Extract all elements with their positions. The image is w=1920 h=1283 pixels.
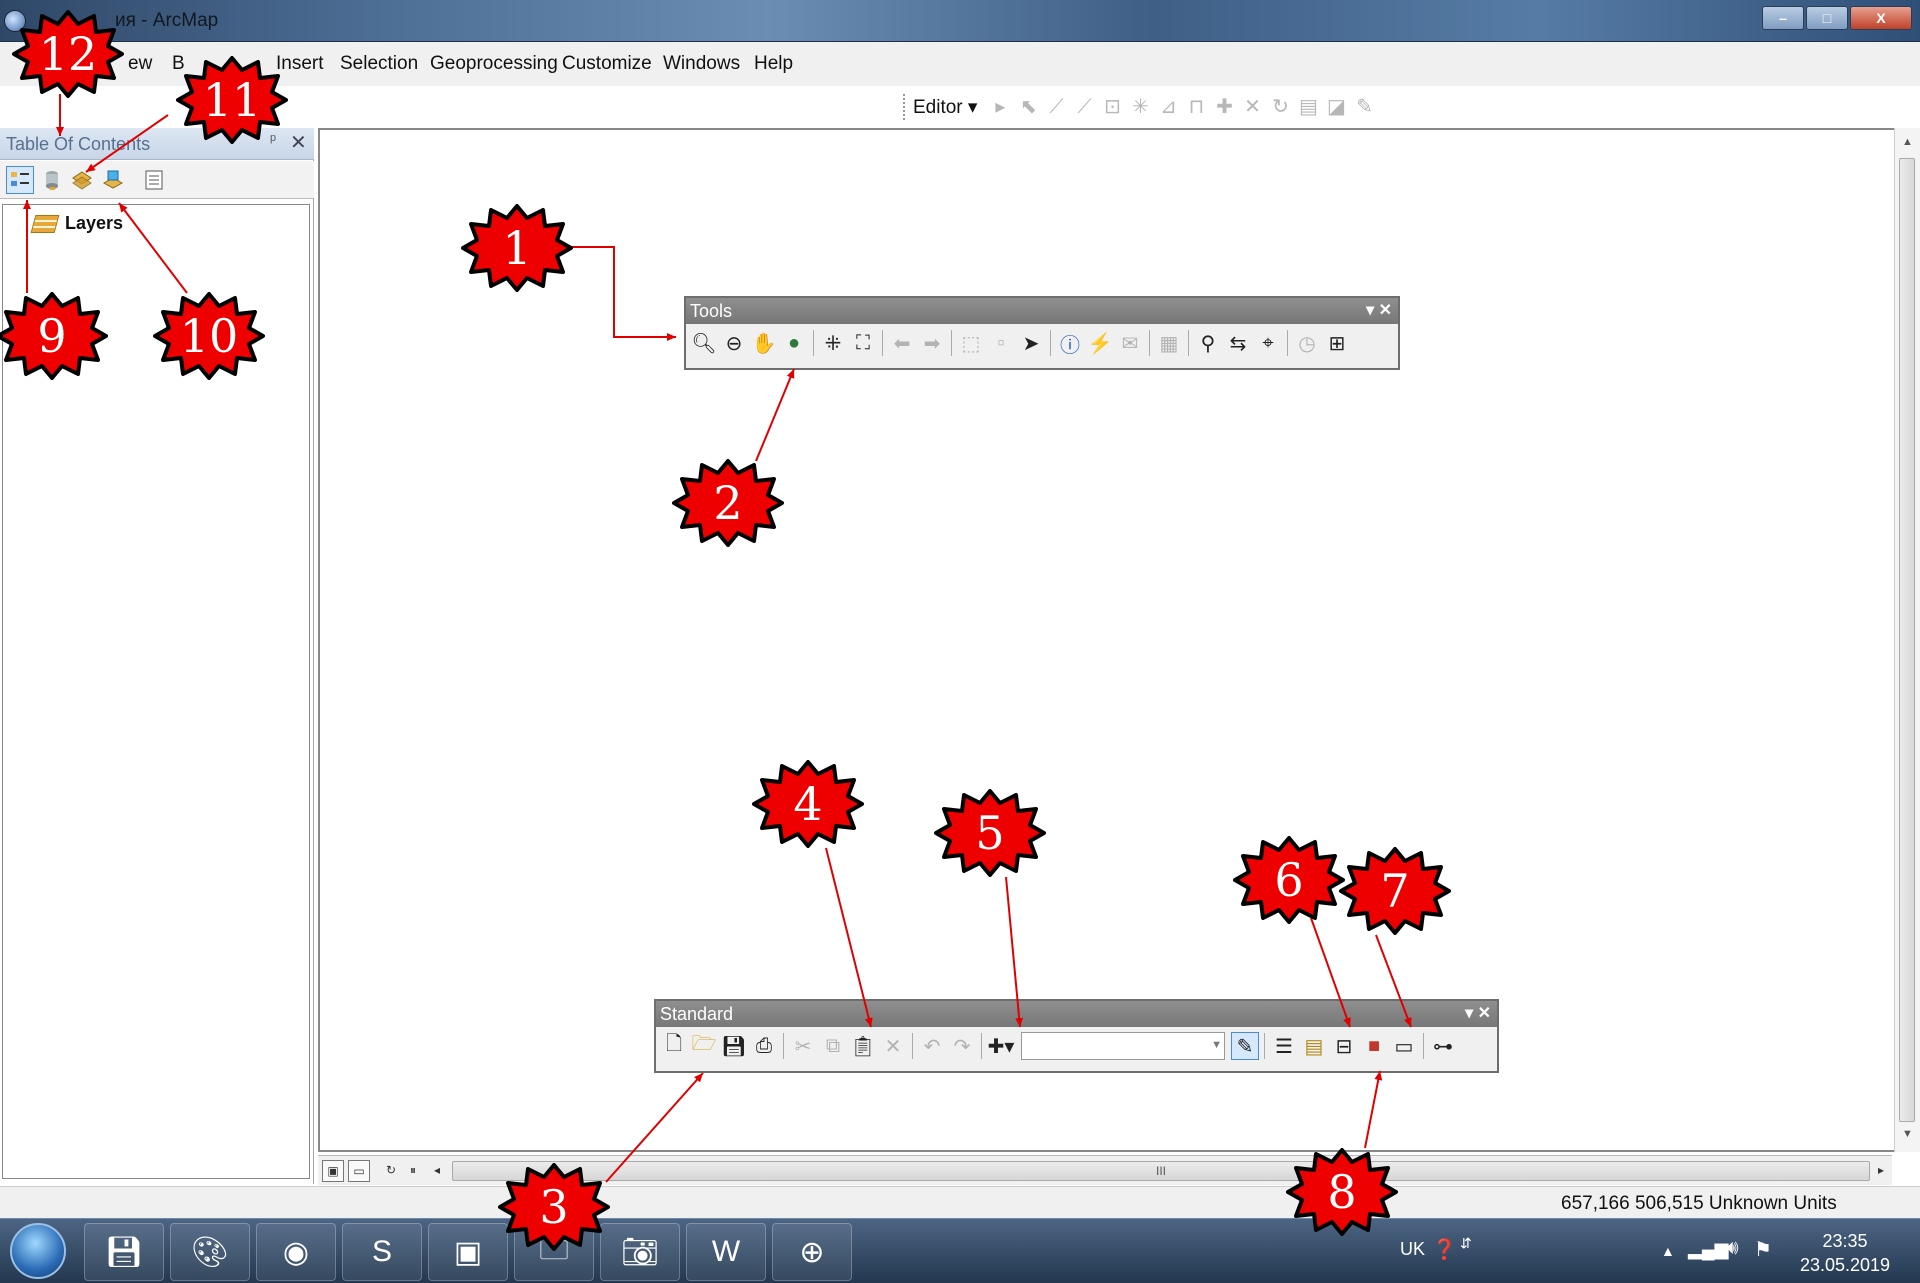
annotation-badge-11: 11 <box>176 56 288 144</box>
annotation-number: 11 <box>202 73 262 127</box>
annotation-badge-1: 1 <box>461 204 573 292</box>
annotation-badge-12: 12 <box>12 10 124 98</box>
annotation-number: 12 <box>38 27 98 81</box>
annotation-badge-7: 7 <box>1339 847 1451 935</box>
arrow-8 <box>1364 1070 1383 1149</box>
arrow-1 <box>566 246 676 341</box>
screen: ия - ArcMap – □ X ew B Insert Selection … <box>0 0 1920 1283</box>
annotation-number: 6 <box>1274 853 1304 907</box>
arrow-10 <box>118 202 188 294</box>
arrow-5 <box>1005 876 1024 1028</box>
arrow-4 <box>825 847 873 1028</box>
annotation-number: 5 <box>975 806 1005 860</box>
annotation-badge-10: 10 <box>153 292 265 380</box>
annotation-arrows <box>23 94 1412 1183</box>
annotation-badge-9: 9 <box>0 292 108 380</box>
annotation-number: 2 <box>713 476 743 530</box>
annotation-badge-3: 3 <box>498 1163 610 1251</box>
arrow-11 <box>85 114 169 173</box>
annotation-number: 7 <box>1380 864 1410 918</box>
annotation-badge-6: 6 <box>1233 836 1345 924</box>
arrow-3 <box>605 1072 704 1183</box>
arrow-7 <box>1375 934 1412 1028</box>
annotation-badge-2: 2 <box>672 459 784 547</box>
annotation-number: 1 <box>502 221 532 275</box>
annotation-number: 10 <box>179 309 239 363</box>
annotation-number: 9 <box>37 309 67 363</box>
annotation-number: 3 <box>539 1180 569 1234</box>
annotation-badge-5: 5 <box>934 789 1046 877</box>
arrow-2 <box>755 368 795 462</box>
annotation-number: 8 <box>1327 1165 1357 1219</box>
annotation-number: 4 <box>793 777 823 831</box>
annotation-badge-4: 4 <box>752 760 864 848</box>
annotation-badge-8: 8 <box>1286 1148 1398 1236</box>
